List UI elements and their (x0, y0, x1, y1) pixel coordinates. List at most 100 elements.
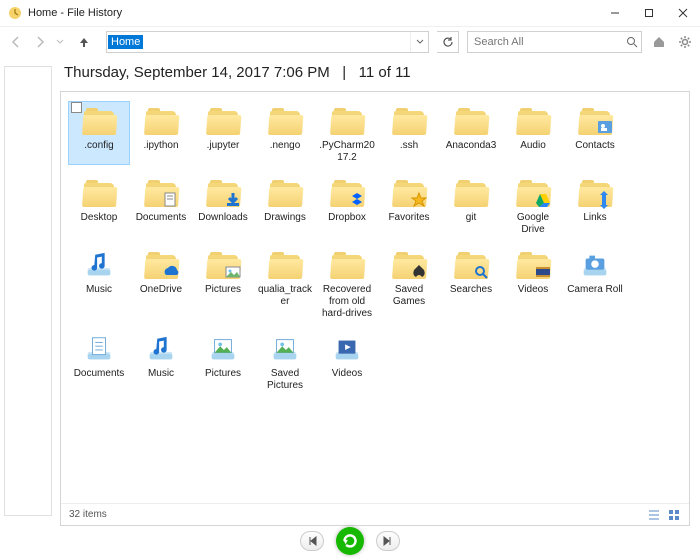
item-label: .config (84, 140, 113, 152)
item-label: Saved Pictures (256, 368, 314, 392)
file-item[interactable]: Anaconda3 (441, 102, 501, 164)
maximize-button[interactable] (632, 0, 666, 26)
folder-favorites-icon (389, 176, 429, 210)
snapshot-header: Thursday, September 14, 2017 7:06 PM | 1… (60, 56, 690, 91)
snapshot-timestamp: Thursday, September 14, 2017 7:06 PM (64, 64, 330, 81)
refresh-button[interactable] (437, 31, 459, 53)
item-label: Videos (332, 368, 362, 380)
recent-locations-button[interactable] (54, 32, 66, 52)
file-item[interactable]: .nengo (255, 102, 315, 164)
file-item[interactable]: Contacts (565, 102, 625, 164)
folder-icon (389, 104, 429, 138)
item-label: Music (148, 368, 174, 380)
folder-icon (141, 104, 181, 138)
home-icon[interactable] (650, 33, 668, 51)
address-bar[interactable]: Home (106, 31, 429, 53)
content-panel: Thursday, September 14, 2017 7:06 PM | 1… (60, 56, 690, 526)
file-item[interactable]: Favorites (379, 174, 439, 236)
address-dropdown-button[interactable] (410, 32, 428, 52)
file-item[interactable]: Recovered from old hard-drives (317, 246, 377, 320)
item-count: 32 items (69, 509, 107, 520)
file-item[interactable]: Videos (503, 246, 563, 320)
items-area[interactable]: .config .ipython.jupyter .nengo .PyCharm201… (61, 92, 689, 503)
item-label: .nengo (270, 140, 301, 152)
file-item[interactable]: .jupyter (193, 102, 253, 164)
item-label: qualia_tracker (256, 284, 314, 308)
file-item[interactable]: Links (565, 174, 625, 236)
lib-camera-icon (575, 248, 615, 282)
folder-videos-icon (513, 248, 553, 282)
folder-icon (451, 176, 491, 210)
file-item[interactable]: Desktop (69, 174, 129, 236)
item-label: Downloads (198, 212, 247, 224)
file-item[interactable]: Videos (317, 330, 377, 392)
app-icon (8, 6, 22, 20)
file-item[interactable]: qualia_tracker (255, 246, 315, 320)
details-view-button[interactable] (647, 508, 661, 522)
forward-button[interactable] (30, 32, 50, 52)
main-area: Thursday, September 14, 2017 7:06 PM | 1… (0, 56, 700, 526)
folder-gdrive-icon (513, 176, 553, 210)
file-item[interactable]: Saved Pictures (255, 330, 315, 392)
file-item[interactable]: Music (131, 330, 191, 392)
item-label: Recovered from old hard-drives (318, 284, 376, 320)
items-frame: .config .ipython.jupyter .nengo .PyCharm201… (60, 91, 690, 526)
gear-icon[interactable] (676, 33, 694, 51)
folder-contacts-icon (575, 104, 615, 138)
file-item[interactable]: Audio (503, 102, 563, 164)
file-item[interactable]: Pictures (193, 246, 253, 320)
checkbox-icon[interactable] (71, 102, 82, 113)
item-label: Favorites (388, 212, 429, 224)
file-item[interactable]: .PyCharm2017.2 (317, 102, 377, 164)
lib-music-icon (79, 248, 119, 282)
lib-pictures-icon (203, 332, 243, 366)
file-item[interactable]: Pictures (193, 330, 253, 392)
previous-version-button[interactable] (300, 531, 324, 551)
file-item[interactable]: Documents (131, 174, 191, 236)
folder-pictures-icon (203, 248, 243, 282)
icons-view-button[interactable] (667, 508, 681, 522)
item-label: Contacts (575, 140, 614, 152)
file-item[interactable]: git (441, 174, 501, 236)
item-label: git (466, 212, 477, 224)
folder-icon (327, 104, 367, 138)
item-label: Pictures (205, 368, 241, 380)
file-item[interactable]: Google Drive (503, 174, 563, 236)
up-button[interactable] (74, 32, 94, 52)
file-item[interactable]: Camera Roll (565, 246, 625, 320)
file-item[interactable]: .ssh (379, 102, 439, 164)
toolbar: Home (0, 26, 700, 56)
next-version-button[interactable] (376, 531, 400, 551)
file-item[interactable]: .ipython (131, 102, 191, 164)
item-label: OneDrive (140, 284, 182, 296)
file-item[interactable]: Documents (69, 330, 129, 392)
item-label: Pictures (205, 284, 241, 296)
search-box[interactable] (467, 31, 642, 53)
folder-icon (79, 176, 119, 210)
lib-videos-icon (327, 332, 367, 366)
folder-downloads-icon (203, 176, 243, 210)
lib-documents-icon (79, 332, 119, 366)
folder-icon (327, 248, 367, 282)
folder-icon (79, 104, 119, 138)
restore-button[interactable] (336, 527, 364, 555)
file-item[interactable]: Searches (441, 246, 501, 320)
folder-documents-icon (141, 176, 181, 210)
folder-onedrive-icon (141, 248, 181, 282)
folder-searches-icon (451, 248, 491, 282)
minimize-button[interactable] (598, 0, 632, 26)
close-button[interactable] (666, 0, 700, 26)
item-label: .PyCharm2017.2 (318, 140, 376, 164)
file-item[interactable]: Saved Games (379, 246, 439, 320)
search-input[interactable] (468, 35, 622, 49)
file-item[interactable]: Downloads (193, 174, 253, 236)
file-item[interactable]: Music (69, 246, 129, 320)
back-button[interactable] (6, 32, 26, 52)
file-item[interactable]: .config (69, 102, 129, 164)
folder-icon (265, 104, 305, 138)
folder-links-icon (575, 176, 615, 210)
file-item[interactable]: Dropbox (317, 174, 377, 236)
folder-dropbox-icon (327, 176, 367, 210)
file-item[interactable]: Drawings (255, 174, 315, 236)
file-item[interactable]: OneDrive (131, 246, 191, 320)
